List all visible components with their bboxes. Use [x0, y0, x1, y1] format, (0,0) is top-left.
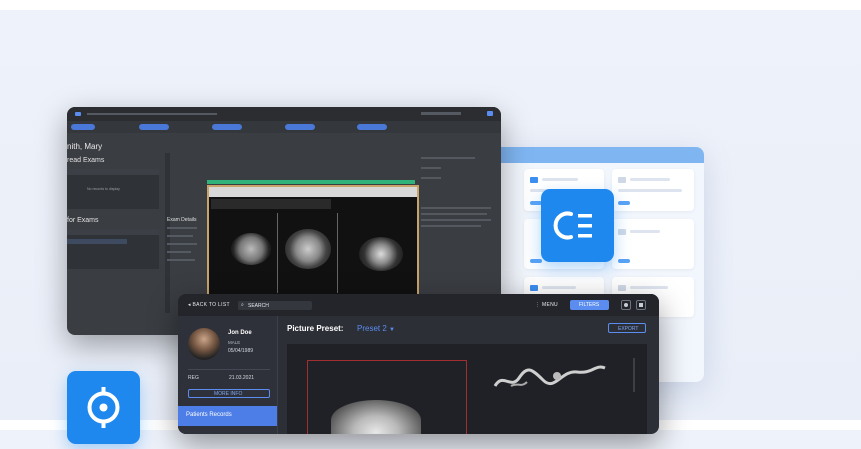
ct-scan-image [285, 229, 331, 269]
dark-tab[interactable] [71, 124, 95, 130]
image-preview-area[interactable] [287, 344, 647, 434]
crosshair-icon [87, 387, 120, 428]
grid-icon [639, 303, 643, 307]
patient-sidebar: Jon Doe MALE 05/04/1989 REG 21.03.2021 M… [178, 316, 278, 434]
grid-view-button[interactable] [636, 300, 646, 310]
prior-exams-heading: read Exams [67, 157, 105, 164]
dark-tab[interactable] [357, 124, 387, 130]
exam-details-heading: Exam Details [167, 217, 197, 223]
front-main: Picture Preset: Preset 2 ▼ EXPORT [278, 316, 659, 434]
contrast-icon [624, 303, 628, 307]
search-icon: ⌕ [241, 302, 244, 308]
crosshair-tile [67, 371, 140, 444]
vertical-scrollbar[interactable] [633, 358, 635, 392]
dark-tabs-bar [67, 121, 501, 133]
avatar [188, 328, 220, 360]
front-topbar: ◂ BACK TO LIST ⌕ SEARCH ⋮ MENU FILTERS [178, 294, 659, 316]
folder-icon [530, 177, 538, 183]
light-card [612, 169, 694, 211]
dark-window-topbar [67, 107, 501, 121]
ce-logo-icon [553, 211, 592, 240]
prior-exams-table: No records to display [67, 169, 159, 209]
front-app-window: ◂ BACK TO LIST ⌕ SEARCH ⋮ MENU FILTERS J… [178, 294, 659, 434]
user-icon[interactable] [487, 111, 493, 116]
menu-button[interactable]: ⋮ MENU [535, 302, 558, 308]
menu-icon[interactable] [75, 112, 81, 116]
search-input[interactable]: ⌕ SEARCH [238, 301, 312, 310]
patient-dob: 05/04/1989 [228, 348, 254, 354]
theme-toggle-button[interactable] [621, 300, 631, 310]
dark-tab[interactable] [285, 124, 315, 130]
filter-icon [618, 229, 626, 235]
no-records-text: No records to display [87, 187, 120, 191]
for-exams-heading: for Exams [67, 217, 99, 224]
ct-scan-image [231, 233, 271, 265]
preset-label: Picture Preset: [287, 324, 344, 333]
more-info-button[interactable]: MORE INFO [188, 389, 270, 398]
filters-button[interactable]: FILTERS [570, 300, 609, 310]
back-to-list-button[interactable]: ◂ BACK TO LIST [188, 302, 230, 308]
ct-scan-image [359, 237, 403, 271]
patient-name: Jon Doe [228, 330, 252, 336]
preset-dropdown[interactable]: Preset 2 ▼ [357, 324, 395, 333]
export-button[interactable]: EXPORT [608, 323, 646, 333]
chevron-down-icon: ▼ [389, 327, 395, 333]
clock-icon [618, 177, 626, 183]
vessel-render-image [493, 365, 606, 387]
light-window-titlebar [487, 147, 704, 163]
dark-tab[interactable] [212, 124, 242, 130]
green-status-bar [207, 180, 415, 184]
light-card [612, 219, 694, 269]
patient-sex: MALE [228, 340, 241, 345]
reg-date: 21.03.2021 [229, 375, 255, 381]
reg-label: REG [188, 375, 199, 381]
dark-tab[interactable] [139, 124, 169, 130]
ct-viewer[interactable] [207, 185, 419, 297]
patients-records-item[interactable]: Patients Records [178, 406, 277, 426]
ce-logo-tile [541, 189, 614, 262]
patient-title: nith, Mary [67, 142, 103, 151]
scan-image [331, 400, 421, 434]
user-icon [618, 285, 626, 291]
document-icon [530, 285, 538, 291]
for-exams-table [67, 229, 159, 269]
